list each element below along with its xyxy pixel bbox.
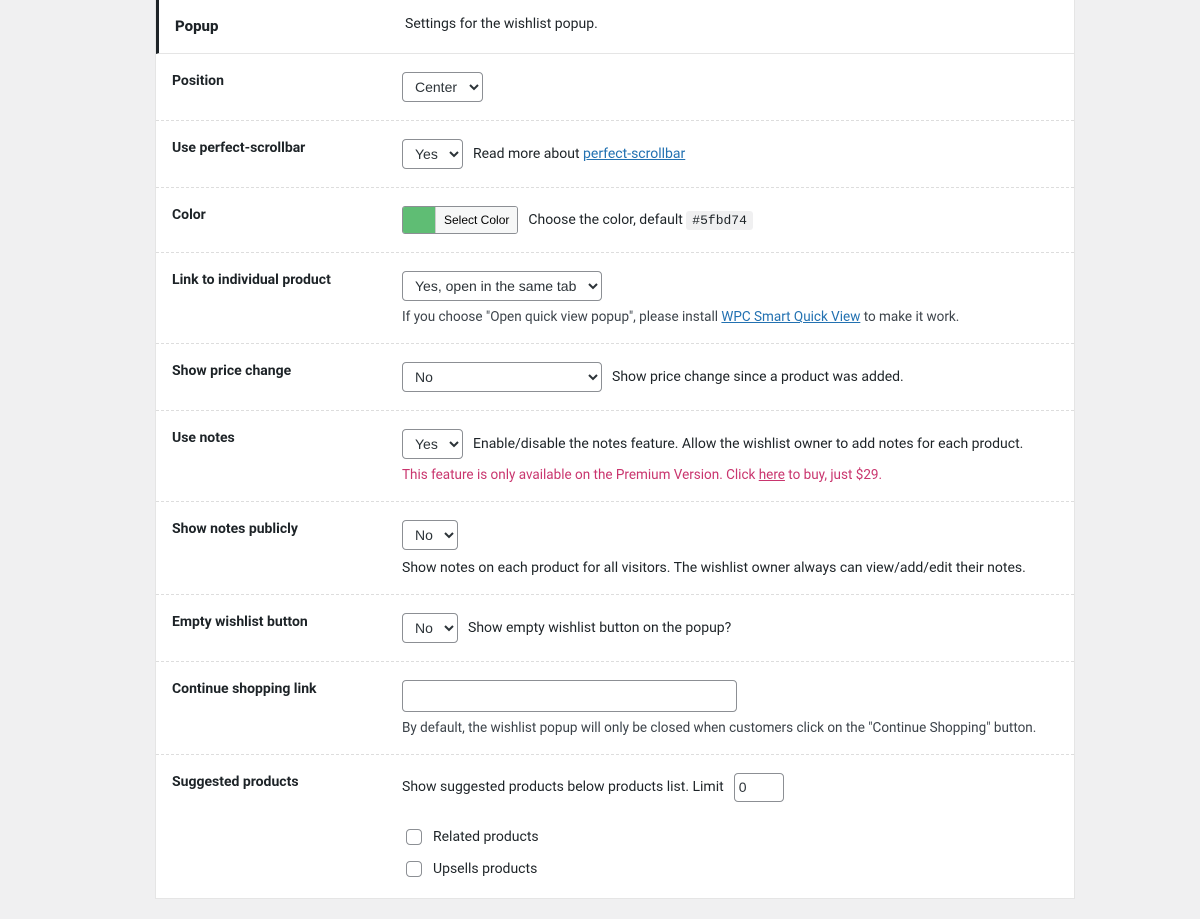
label-empty-wishlist: Empty wishlist button (172, 613, 402, 633)
row-position: Position Center (156, 54, 1074, 121)
label-suggested-products: Suggested products (172, 773, 402, 793)
select-use-notes[interactable]: Yes (402, 429, 463, 459)
link-individual-help-prefix: If you choose "Open quick view popup", p… (402, 309, 721, 325)
row-suggested-products: Suggested products Show suggested produc… (156, 755, 1074, 899)
color-default-code: #5fbd74 (686, 211, 753, 230)
use-notes-help: Enable/disable the notes feature. Allow … (473, 436, 1023, 452)
select-perfect-scrollbar[interactable]: Yes (402, 139, 463, 169)
label-continue-shopping: Continue shopping link (172, 680, 402, 700)
row-color: Color Select Color Choose the color, def… (156, 188, 1074, 253)
label-perfect-scrollbar: Use perfect-scrollbar (172, 139, 402, 159)
row-perfect-scrollbar: Use perfect-scrollbar Yes Read more abou… (156, 121, 1074, 188)
checkbox-related-products[interactable] (406, 829, 422, 845)
row-continue-shopping: Continue shopping link By default, the w… (156, 662, 1074, 755)
suggested-help-prefix: Show suggested products below products l… (402, 779, 724, 795)
premium-notice: This feature is only available on the Pr… (402, 467, 1058, 483)
label-price-change: Show price change (172, 362, 402, 382)
color-swatch (403, 207, 435, 233)
color-help-prefix: Choose the color, default (528, 212, 686, 228)
input-suggested-limit[interactable] (734, 773, 784, 803)
label-color: Color (172, 206, 402, 226)
section-description: Settings for the wishlist popup. (405, 16, 1058, 32)
link-individual-help-suffix: to make it work. (860, 309, 959, 325)
label-position: Position (172, 72, 402, 92)
label-use-notes: Use notes (172, 429, 402, 449)
color-picker[interactable]: Select Color (402, 206, 518, 234)
link-perfect-scrollbar[interactable]: perfect-scrollbar (583, 146, 685, 162)
row-use-notes: Use notes Yes Enable/disable the notes f… (156, 411, 1074, 502)
price-change-help: Show price change since a product was ad… (612, 369, 904, 385)
checkbox-upsells-products-label: Upsells products (433, 861, 537, 877)
empty-wishlist-help: Show empty wishlist button on the popup? (468, 620, 731, 636)
notes-public-help: Show notes on each product for all visit… (402, 560, 1026, 576)
checkbox-upsells-products[interactable] (406, 861, 422, 877)
row-empty-wishlist: Empty wishlist button No Show empty wish… (156, 595, 1074, 662)
input-continue-shopping[interactable] (402, 680, 737, 712)
select-empty-wishlist[interactable]: No (402, 613, 458, 643)
section-header-popup: Popup Settings for the wishlist popup. (156, 0, 1074, 54)
select-link-individual[interactable]: Yes, open in the same tab (402, 271, 602, 301)
section-title: Popup (175, 16, 405, 37)
row-price-change: Show price change No Show price change s… (156, 344, 1074, 411)
link-wpc-quick-view[interactable]: WPC Smart Quick View (721, 309, 860, 325)
select-price-change[interactable]: No (402, 362, 602, 392)
row-notes-public: Show notes publicly No Show notes on eac… (156, 502, 1074, 595)
link-premium-here[interactable]: here (759, 467, 785, 483)
continue-shopping-help: By default, the wishlist popup will only… (402, 720, 1058, 736)
label-link-individual: Link to individual product (172, 271, 402, 291)
checkbox-related-products-label: Related products (433, 829, 539, 845)
row-link-individual: Link to individual product Yes, open in … (156, 253, 1074, 344)
select-notes-public[interactable]: No (402, 520, 458, 550)
scrollbar-help-prefix: Read more about (473, 146, 583, 162)
select-position[interactable]: Center (402, 72, 483, 102)
label-notes-public: Show notes publicly (172, 520, 402, 540)
select-color-button[interactable]: Select Color (435, 207, 517, 233)
